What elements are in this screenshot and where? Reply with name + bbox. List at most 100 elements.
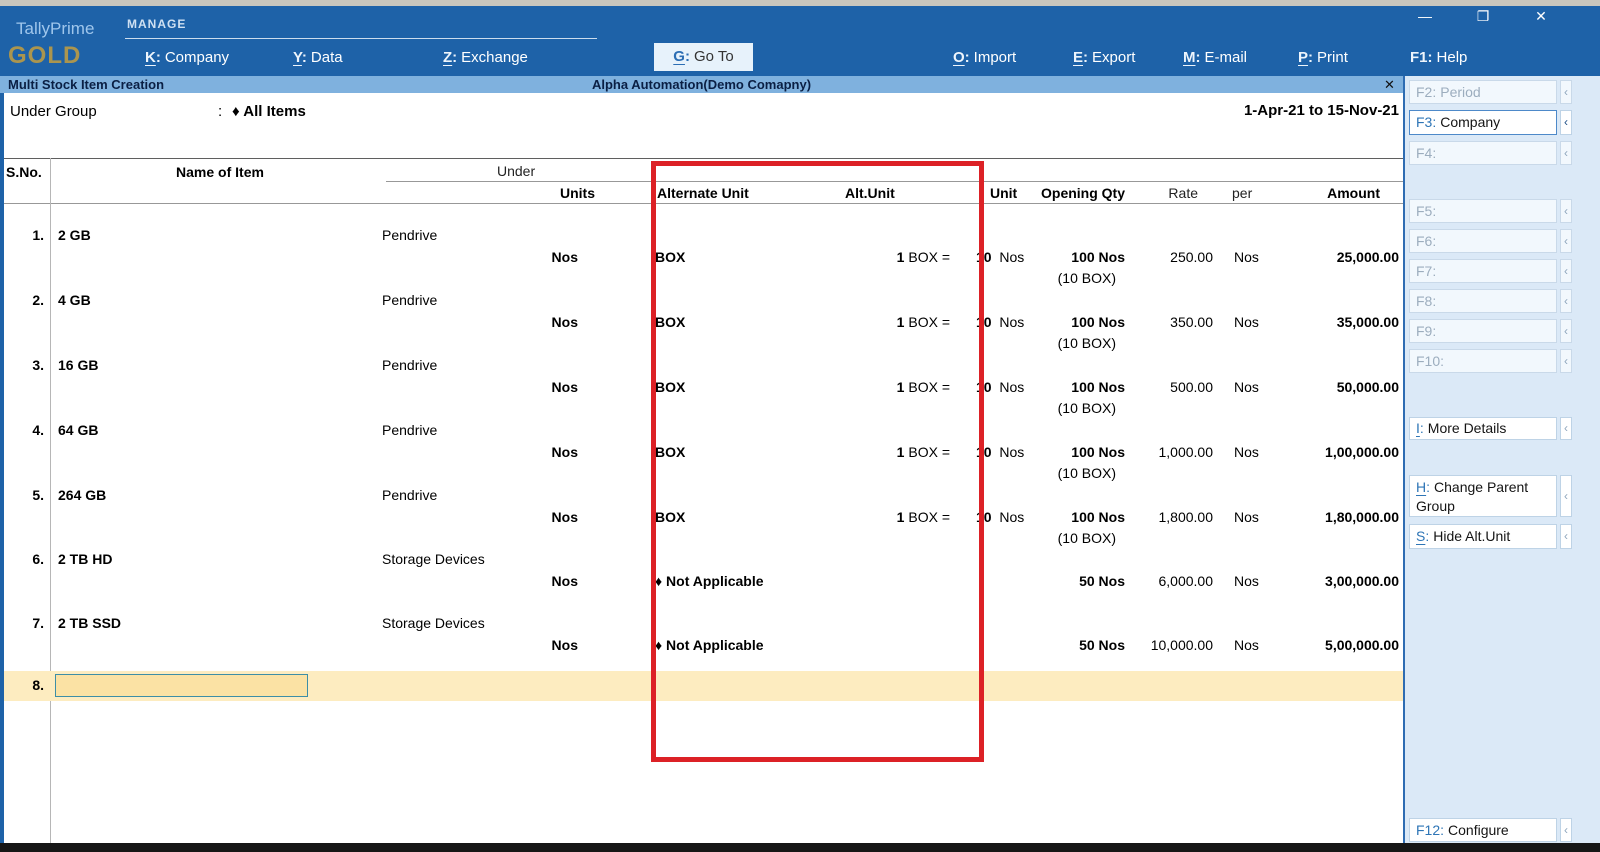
under-group-value[interactable]: ♦ All Items xyxy=(232,103,306,120)
menu-help[interactable]: F1:Help xyxy=(1410,46,1467,70)
menu-exchange[interactable]: Z:Exchange xyxy=(443,46,528,70)
menu-label: Import xyxy=(974,49,1017,66)
goto-key: G xyxy=(673,48,685,65)
sidebar-label: More Details xyxy=(1428,420,1507,436)
item-alt-conversion-part: BOX = xyxy=(904,314,950,330)
menu-e-mail[interactable]: M:E-mail xyxy=(1183,46,1247,70)
manage-underline xyxy=(125,38,597,39)
item-alt-conversion-part: BOX = xyxy=(904,444,950,460)
item-units: Nos xyxy=(498,378,578,396)
menu-label: Help xyxy=(1437,49,1468,66)
item-sno: 4. xyxy=(8,421,44,439)
header-amount: Amount xyxy=(1256,184,1380,202)
item-opening-qty-alt: (10 BOX) xyxy=(1000,269,1116,287)
chevron-left-icon: ‹ xyxy=(1560,199,1572,223)
item-alternate-unit: BOX xyxy=(655,378,685,396)
sidebar-label: Company xyxy=(1440,114,1500,130)
chevron-left-icon[interactable]: ‹ xyxy=(1560,417,1572,440)
menu-label: Export xyxy=(1092,49,1135,66)
close-icon[interactable]: ✕ xyxy=(1526,8,1556,25)
menu-company[interactable]: K:Company xyxy=(145,46,229,70)
item-sno: 2. xyxy=(8,291,44,309)
sidebar-key: S xyxy=(1416,528,1425,544)
manage-section-label: MANAGE xyxy=(127,17,186,31)
item-opening-qty: 50 Nos xyxy=(1000,636,1125,654)
item-opening-qty: 100 Nos xyxy=(1000,313,1125,331)
menu-key: K xyxy=(145,49,156,66)
item-alternate-unit: BOX xyxy=(655,248,685,266)
item-rate: 500.00 xyxy=(1125,378,1213,396)
chevron-left-icon[interactable]: ‹ xyxy=(1560,110,1572,135)
item-rate-per: Nos xyxy=(1234,636,1259,654)
menu-import[interactable]: O:Import xyxy=(953,46,1016,70)
item-opening-qty-alt: (10 BOX) xyxy=(1000,529,1116,547)
item-under-group: Pendrive xyxy=(382,226,437,244)
menu-export[interactable]: E:Export xyxy=(1073,46,1135,70)
table-under-rule xyxy=(386,181,1403,182)
chevron-left-icon[interactable]: ‹ xyxy=(1560,524,1572,549)
app-edition: GOLD xyxy=(8,42,81,70)
app-name: TallyPrime xyxy=(16,19,94,39)
sidebar-button-f4: F4: xyxy=(1409,141,1557,165)
sidebar-button-configure[interactable]: F12:Configure xyxy=(1409,818,1557,842)
new-item-name-input[interactable] xyxy=(55,674,308,697)
item-opening-qty-alt: (10 BOX) xyxy=(1000,464,1116,482)
screen-close-icon[interactable]: ✕ xyxy=(1384,76,1395,93)
sidebar-key: F5 xyxy=(1416,203,1432,219)
item-alternate-unit: ♦ Not Applicable xyxy=(655,636,764,654)
item-name: 4 GB xyxy=(58,291,91,309)
chevron-left-icon: ‹ xyxy=(1560,289,1572,313)
item-alt-conversion: 1 BOX = xyxy=(838,378,950,396)
header-opening-qty: Opening Qty xyxy=(1000,184,1125,202)
goto-button[interactable]: G:Go To xyxy=(654,43,753,71)
item-sno: 3. xyxy=(8,356,44,374)
chevron-left-icon[interactable]: ‹ xyxy=(1560,818,1572,842)
item-units: Nos xyxy=(498,636,578,654)
menu-data[interactable]: Y:Data xyxy=(293,46,343,70)
restore-icon[interactable]: ❐ xyxy=(1468,8,1498,25)
menu-print[interactable]: P:Print xyxy=(1298,46,1348,70)
sidebar-button-f5: F5: xyxy=(1409,199,1557,223)
item-alternate-unit: BOX xyxy=(655,443,685,461)
sidebar-button-f10: F10: xyxy=(1409,349,1557,373)
item-name: 64 GB xyxy=(58,421,98,439)
sidebar-button-f9: F9: xyxy=(1409,319,1557,343)
sidebar-button-company[interactable]: F3:Company xyxy=(1409,110,1557,135)
chevron-left-icon: ‹ xyxy=(1560,229,1572,253)
item-alternate-unit: BOX xyxy=(655,313,685,331)
item-units: Nos xyxy=(498,508,578,526)
sidebar-label: Period xyxy=(1440,84,1480,100)
item-amount: 35,000.00 xyxy=(1275,313,1399,331)
minimize-icon[interactable]: — xyxy=(1410,8,1440,24)
item-alt-conversion: 1 BOX = xyxy=(838,443,950,461)
menu-key: E xyxy=(1073,49,1083,66)
item-opening-qty: 50 Nos xyxy=(1000,572,1125,590)
item-opening-qty: 100 Nos xyxy=(1000,248,1125,266)
item-name: 16 GB xyxy=(58,356,98,374)
item-unit-part: 10 xyxy=(976,379,992,395)
screen-title-bar: Alpha Automation(Demo Comapny) Multi Sto… xyxy=(0,76,1403,93)
right-button-panel: F2:Period‹F3:Company‹F4:‹F5:‹F6:‹F7:‹F8:… xyxy=(1403,76,1600,843)
item-unit-part: 10 xyxy=(976,314,992,330)
menu-label: E-mail xyxy=(1205,49,1248,66)
sidebar-button-more-details[interactable]: I:More Details xyxy=(1409,417,1557,440)
chevron-left-icon[interactable]: ‹ xyxy=(1560,475,1572,517)
table-top-rule xyxy=(4,158,1403,159)
header-under: Under xyxy=(497,162,535,180)
header-sno: S.No. xyxy=(6,163,42,181)
sidebar-label: Hide Alt.Unit xyxy=(1433,528,1510,544)
item-rate-per: Nos xyxy=(1234,313,1259,331)
item-opening-qty: 100 Nos xyxy=(1000,508,1125,526)
sidebar-button-hide-alt-unit[interactable]: S:Hide Alt.Unit xyxy=(1409,524,1557,549)
bottom-bar xyxy=(0,843,1600,852)
item-sno: 6. xyxy=(8,550,44,568)
sidebar-button-change-parent-group[interactable]: H:Change Parent Group xyxy=(1409,475,1557,517)
item-name: 2 TB SSD xyxy=(58,614,121,632)
item-rate-per: Nos xyxy=(1234,443,1259,461)
header-name-of-item: Name of Item xyxy=(58,163,382,181)
sidebar-key: F6 xyxy=(1416,233,1432,249)
header-per: per xyxy=(1232,184,1252,202)
item-sno: 7. xyxy=(8,614,44,632)
table-header-rule xyxy=(4,203,1403,204)
item-units: Nos xyxy=(498,572,578,590)
